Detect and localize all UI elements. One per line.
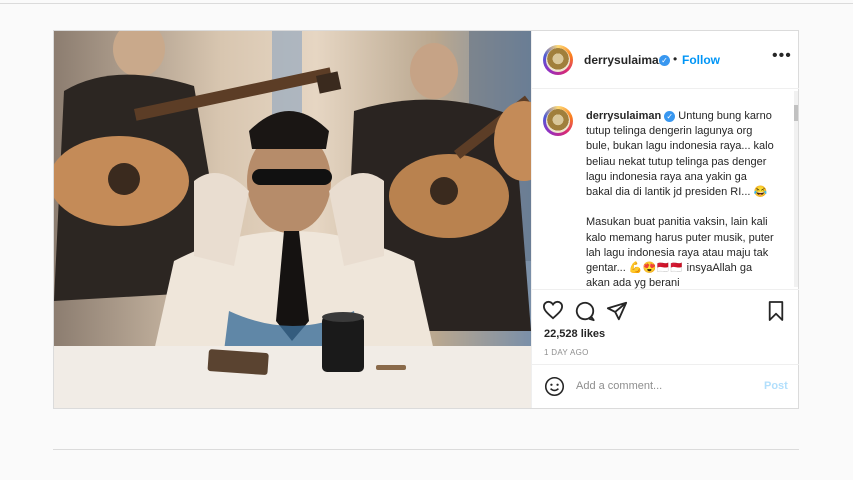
- comment-icon[interactable]: [574, 300, 596, 327]
- top-divider: [0, 3, 853, 4]
- post-photo-illustration: [54, 31, 531, 408]
- caption-scrollbar[interactable]: [794, 91, 798, 287]
- send-icon[interactable]: [606, 300, 628, 327]
- likes-count[interactable]: 22,528 likes: [544, 328, 605, 340]
- caption-area[interactable]: derrysulaiman ✓ Untung bung karno tutup t…: [532, 89, 799, 289]
- post-image[interactable]: [54, 31, 531, 408]
- action-bar: 22,528 likes 1 DAY AGO: [532, 289, 799, 359]
- caption-scrollbar-thumb[interactable]: [794, 105, 798, 121]
- post-sidebar: derrysulaiman ✓ • Follow ••• derrysulaim…: [531, 31, 799, 408]
- caption-text-part-1: Untung bung karno tutup telinga dengerin…: [586, 110, 777, 199]
- comment-input[interactable]: [576, 377, 746, 395]
- author-avatar[interactable]: [543, 45, 573, 75]
- caption: derrysulaiman ✓ Untung bung karno tutup t…: [586, 109, 774, 289]
- follow-button[interactable]: Follow: [682, 53, 720, 67]
- post-timestamp[interactable]: 1 DAY AGO: [544, 348, 589, 357]
- caption-author-avatar[interactable]: [543, 106, 573, 136]
- bookmark-icon[interactable]: [767, 300, 785, 327]
- post-card: derrysulaiman ✓ • Follow ••• derrysulaim…: [53, 30, 799, 409]
- smiley-icon[interactable]: [544, 376, 565, 402]
- post-header: derrysulaiman ✓ • Follow •••: [532, 31, 799, 89]
- bottom-divider: [53, 449, 799, 450]
- caption-text-part-2: Masukan buat panitia vaksin, lain kali k…: [586, 216, 777, 289]
- caption-username[interactable]: derrysulaiman: [586, 110, 661, 122]
- post-comment-button[interactable]: Post: [764, 380, 788, 392]
- author-username[interactable]: derrysulaiman: [584, 53, 666, 67]
- more-options-icon[interactable]: •••: [772, 47, 792, 65]
- comment-bar: Post: [532, 364, 799, 408]
- verified-badge-icon: ✓: [659, 55, 670, 66]
- caption-verified-badge-icon: ✓: [664, 110, 676, 122]
- header-separator: •: [673, 52, 678, 66]
- heart-icon[interactable]: [542, 300, 564, 325]
